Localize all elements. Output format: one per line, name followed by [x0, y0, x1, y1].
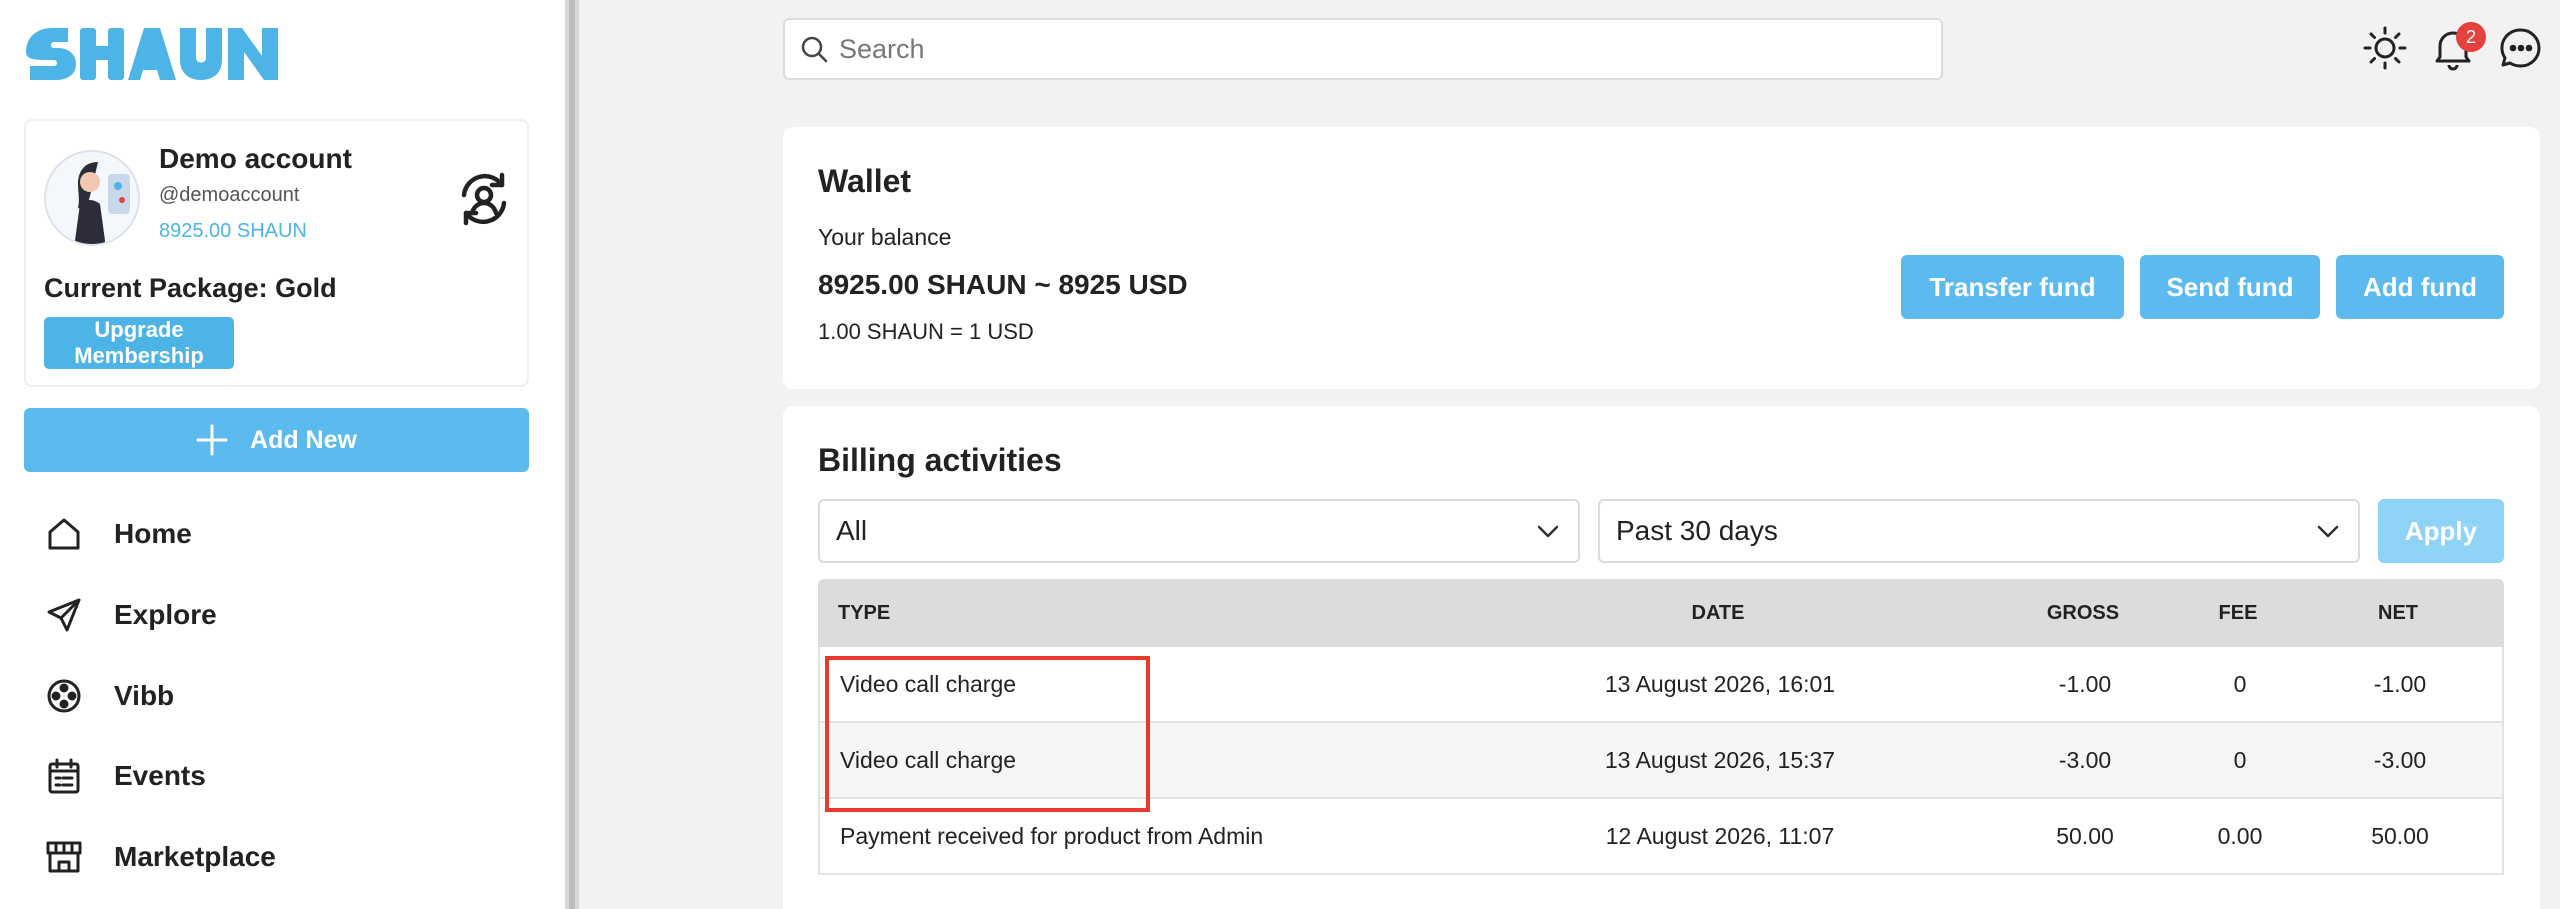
profile-handle: @demoaccount	[159, 184, 300, 206]
sidebar-item-vibb[interactable]: Vibb	[44, 666, 504, 726]
notification-badge: 2	[2456, 22, 2486, 52]
add-new-label: Add New	[250, 425, 357, 454]
search-bar[interactable]	[783, 18, 1943, 80]
chevron-down-icon	[2317, 525, 2339, 538]
table-row[interactable]: Video call charge 13 August 2026, 16:01 …	[818, 647, 2504, 723]
sidebar-item-label: Home	[114, 518, 192, 549]
chevron-down-icon	[1537, 525, 1559, 538]
sidebar-item-home[interactable]: Home	[44, 504, 504, 564]
search-input[interactable]	[839, 33, 1919, 65]
row-date: 13 August 2026, 15:37	[1604, 746, 1836, 773]
sidebar-item-label: Vibb	[114, 680, 175, 711]
profile-balance: 8925.00 SHAUN	[159, 220, 307, 242]
row-type: Video call charge	[840, 746, 1017, 773]
sidebar-item-label: Marketplace	[114, 841, 276, 872]
row-net: -1.00	[2373, 670, 2427, 697]
table-header: TYPE DATE GROSS FEE NET	[818, 579, 2504, 647]
sidebar: Demo account @demoaccount 8925.00 SHAUN …	[0, 0, 565, 909]
row-gross: -3.00	[2058, 746, 2112, 773]
column-header-gross: GROSS	[2046, 601, 2120, 624]
calendar-icon	[44, 756, 84, 796]
apply-button[interactable]: Apply	[2378, 499, 2504, 563]
sidebar-item-events[interactable]: Events	[44, 746, 504, 806]
type-filter-value: All	[836, 515, 868, 546]
film-reel-icon	[44, 676, 84, 716]
billing-table: TYPE DATE GROSS FEE NET Video call charg…	[818, 579, 2504, 875]
row-date: 13 August 2026, 16:01	[1604, 670, 1836, 697]
column-header-date: DATE	[1691, 601, 1745, 624]
row-gross: 50.00	[2056, 822, 2114, 849]
avatar[interactable]	[44, 150, 140, 246]
period-filter-select[interactable]: Past 30 days	[1598, 499, 2360, 563]
chat-icon[interactable]	[2498, 25, 2544, 71]
sidebar-divider[interactable]	[565, 0, 579, 909]
table-row[interactable]: Video call charge 13 August 2026, 15:37 …	[818, 723, 2504, 799]
billing-title: Billing activities	[818, 442, 1062, 478]
add-fund-button[interactable]: Add fund	[2336, 255, 2504, 319]
period-filter-value: Past 30 days	[1616, 515, 1778, 546]
home-icon	[44, 514, 84, 554]
row-fee: 0.00	[2217, 822, 2263, 849]
shaun-logo[interactable]	[24, 24, 280, 80]
sidebar-item-explore[interactable]: Explore	[44, 585, 504, 645]
profile-card: Demo account @demoaccount 8925.00 SHAUN …	[24, 119, 529, 387]
table-row[interactable]: Payment received for product from Admin …	[818, 799, 2504, 875]
row-date: 12 August 2026, 11:07	[1605, 822, 1835, 849]
sidebar-item-label: Events	[114, 760, 206, 791]
type-filter-select[interactable]: All	[818, 499, 1580, 563]
store-icon	[44, 837, 84, 877]
row-fee: 0	[2233, 670, 2247, 697]
row-type: Video call charge	[840, 670, 1017, 697]
row-type: Payment received for product from Admin	[840, 822, 1264, 849]
sidebar-item-marketplace[interactable]: Marketplace	[44, 827, 504, 887]
column-header-type: TYPE	[838, 601, 891, 624]
row-fee: 0	[2233, 746, 2247, 773]
switch-account-icon[interactable]	[454, 169, 514, 229]
column-header-fee: FEE	[2218, 601, 2258, 624]
exchange-rate: 1.00 SHAUN = 1 USD	[818, 319, 1034, 344]
balance-label: Your balance	[818, 224, 952, 250]
row-gross: -1.00	[2058, 670, 2112, 697]
sun-icon[interactable]	[2362, 25, 2408, 71]
transfer-fund-button[interactable]: Transfer fund	[1901, 255, 2124, 319]
balance-value: 8925.00 SHAUN ~ 8925 USD	[818, 269, 1188, 300]
plus-icon	[196, 424, 228, 456]
profile-name[interactable]: Demo account	[159, 143, 352, 175]
add-new-button[interactable]: Add New	[24, 408, 529, 472]
sidebar-item-label: Explore	[114, 599, 217, 630]
row-net: -3.00	[2373, 746, 2427, 773]
column-header-net: NET	[2378, 601, 2418, 624]
wallet-card: Wallet Your balance 8925.00 SHAUN ~ 8925…	[783, 127, 2540, 389]
row-net: 50.00	[2371, 822, 2429, 849]
wallet-title: Wallet	[818, 163, 912, 199]
upgrade-membership-button[interactable]: Upgrade Membership	[44, 317, 234, 369]
send-fund-button[interactable]: Send fund	[2140, 255, 2320, 319]
billing-card: Billing activities All Past 30 days Appl…	[783, 406, 2540, 909]
search-icon	[799, 34, 829, 64]
current-package: Current Package: Gold	[44, 273, 337, 303]
send-icon	[44, 595, 84, 635]
